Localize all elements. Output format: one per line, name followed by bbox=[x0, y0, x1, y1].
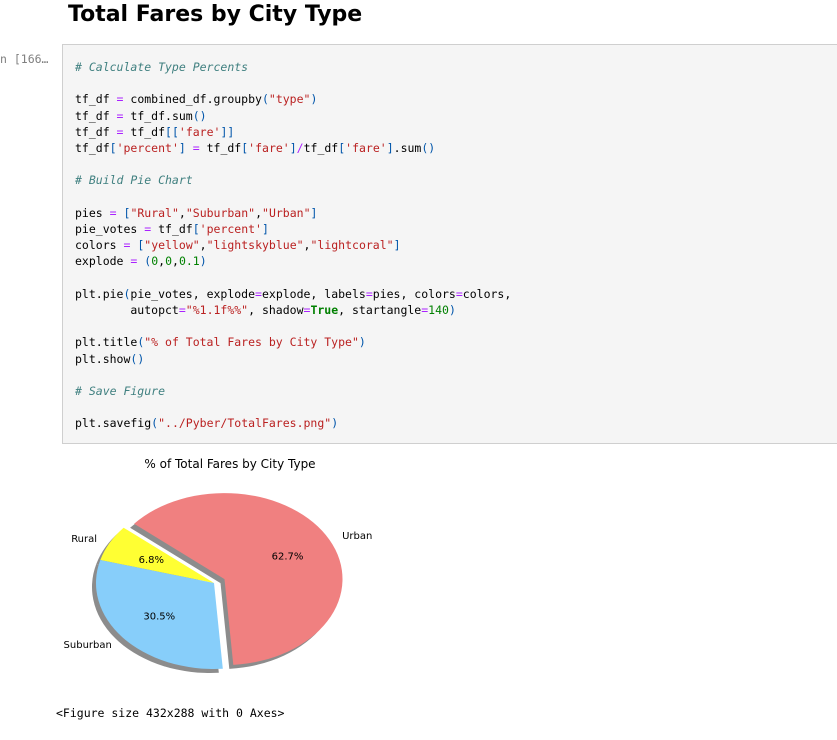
code-comment-build: # Build Pie Chart bbox=[75, 173, 193, 188]
cell-prompt: n [166… bbox=[0, 52, 49, 66]
pie-chart: 6.8% Rural 30.5% Suburban 62.7% Urban % of To… bbox=[64, 457, 372, 673]
pie-pct-label-rural: 6.8% bbox=[139, 555, 164, 566]
pie-pct-label-urban: 62.7% bbox=[272, 552, 304, 563]
pie-category-label-rural: Rural bbox=[71, 534, 97, 545]
figure-output-text: <Figure size 432x288 with 0 Axes> bbox=[56, 706, 285, 720]
pie-category-label-urban: Urban bbox=[342, 531, 372, 542]
code-comment-save: # Save Figure bbox=[75, 384, 166, 399]
code-comment-calc: # Calculate Type Percents bbox=[75, 60, 249, 74]
code-cell[interactable]: # Calculate Type Percents tf_df = combin… bbox=[62, 44, 837, 444]
pie-pct-label-suburban: 30.5% bbox=[143, 612, 175, 623]
chart-title: % of Total Fares by City Type bbox=[144, 457, 315, 471]
pie-category-label-suburban: Suburban bbox=[64, 640, 112, 651]
code-editor[interactable]: # Calculate Type Percents tf_df = combin… bbox=[75, 59, 511, 432]
page-title: Total Fares by City Type bbox=[68, 2, 363, 27]
